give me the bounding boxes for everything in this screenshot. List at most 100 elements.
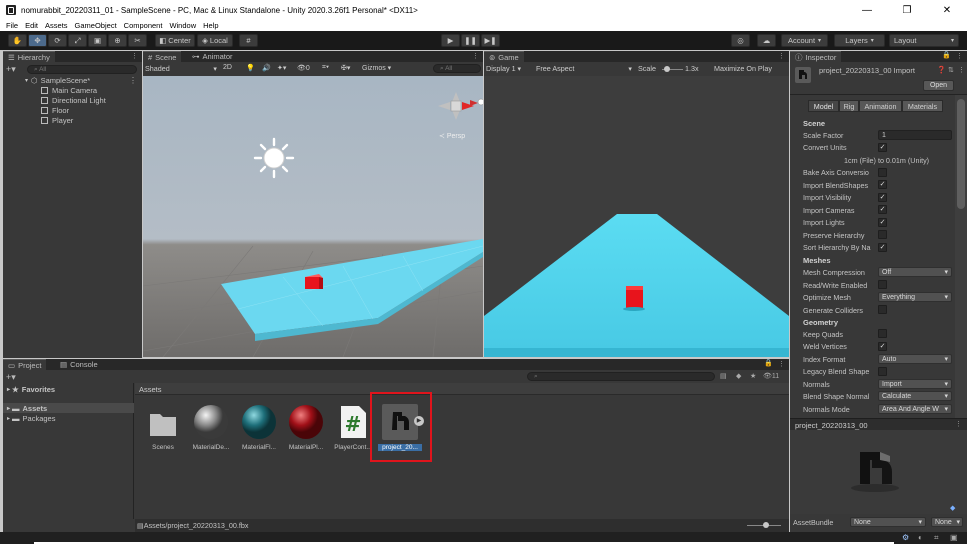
generate-colliders-checkbox[interactable] [878, 305, 887, 314]
asset-item-selected[interactable]: ▶ project_20... [378, 404, 424, 451]
asset-item[interactable]: MaterialDe... [189, 404, 233, 451]
close-button[interactable]: ✕ [927, 5, 967, 16]
scene-view-gizmo[interactable] [438, 92, 483, 120]
custom-tool-icon[interactable]: ✂ [128, 34, 147, 47]
tab-rig[interactable]: Rig [839, 100, 859, 112]
favorites-item[interactable]: ▸ ★ Favorites [7, 385, 55, 394]
sort-hierarchy-checkbox[interactable]: ✓ [878, 243, 887, 252]
keep-quads-checkbox[interactable] [878, 329, 887, 338]
sidebar-item-packages[interactable]: ▸ ▬ Packages [7, 414, 55, 423]
panel-menu-icon[interactable]: ⋮ [131, 52, 138, 60]
list-item[interactable]: Floor [41, 106, 69, 115]
bake-axis-checkbox[interactable] [878, 168, 887, 177]
menu-assets[interactable]: Assets [45, 21, 68, 30]
project-search-input[interactable]: ⌕ [527, 372, 715, 381]
tag-icon[interactable]: ◆ [950, 504, 955, 512]
shading-dropdown[interactable]: Shaded ▾ [145, 64, 217, 74]
menu-gameobject[interactable]: GameObject [75, 21, 117, 30]
model-preview[interactable]: ◆ [790, 430, 967, 514]
create-asset-dropdown[interactable]: +▾ [6, 372, 16, 383]
list-item[interactable]: Player [41, 116, 73, 125]
notification-icon[interactable]: ▣ [950, 533, 958, 542]
sidebar-item-assets[interactable]: ▸ ▬ Assets [7, 404, 47, 413]
normals-dropdown[interactable]: Import [878, 379, 952, 389]
scene-root-item[interactable]: ▾ ⬡ SampleScene* [25, 76, 90, 85]
preserve-hierarchy-checkbox[interactable] [878, 230, 887, 239]
layers-dropdown[interactable]: Layers ▾ [834, 34, 885, 47]
normals-mode-dropdown[interactable]: Area And Angle W [878, 404, 952, 414]
open-button[interactable]: Open [923, 80, 954, 91]
panel-menu-icon[interactable]: ⋮ [778, 360, 785, 368]
menu-window[interactable]: Window [169, 21, 196, 30]
menu-component[interactable]: Component [124, 21, 163, 30]
menu-edit[interactable]: Edit [25, 21, 38, 30]
lighting-toggle-icon[interactable]: 💡 [246, 64, 255, 72]
legacy-blend-checkbox[interactable] [878, 367, 887, 376]
index-format-dropdown[interactable]: Auto [878, 354, 952, 364]
filter-type-icon[interactable]: ▤ [720, 372, 727, 380]
create-dropdown[interactable]: +▾ [6, 64, 16, 75]
readwrite-checkbox[interactable] [878, 280, 887, 289]
panel-menu-icon[interactable]: ⋮ [956, 52, 963, 60]
tab-project[interactable]: ▭ Project [3, 359, 47, 370]
tab-animator[interactable]: ⊶ Animator [187, 51, 238, 62]
scale-slider-thumb[interactable] [664, 66, 670, 72]
tab-hierarchy[interactable]: ☰ Hierarchy [3, 51, 55, 62]
tab-model[interactable]: Model [808, 100, 839, 112]
mesh-compression-dropdown[interactable]: Off [878, 267, 952, 277]
rect-tool-icon[interactable]: ▣ [88, 34, 107, 47]
assetbundle-variant-dropdown[interactable]: None ▾ [931, 517, 963, 527]
cache-icon[interactable]: ⌗ [934, 533, 939, 543]
list-item[interactable]: Directional Light [41, 96, 106, 105]
scene-menu-icon[interactable]: ⋮ [129, 76, 137, 85]
gizmos-dropdown[interactable]: Gizmos ▾ [362, 64, 391, 72]
asset-item[interactable]: # PlayerCont... [331, 404, 375, 451]
scene-viewport[interactable]: ≺ Persp [143, 76, 483, 357]
tab-game[interactable]: ⊚ Game [484, 51, 524, 62]
pause-button[interactable]: ❚❚ [461, 34, 480, 47]
filter-label-icon[interactable]: ◆ [736, 372, 741, 380]
hierarchy-search-input[interactable]: ⌕ All [27, 65, 137, 74]
graphics-icon[interactable]: ◐ [918, 533, 923, 542]
pivot-local-button[interactable]: ◈ Local [197, 34, 233, 47]
hand-tool-icon[interactable]: ✋ [8, 34, 27, 47]
play-button[interactable]: ▶ [441, 34, 460, 47]
list-item[interactable]: Main Camera [41, 86, 97, 95]
assetbundle-dropdown[interactable]: None ▾ [850, 517, 926, 527]
game-viewport[interactable] [484, 76, 789, 357]
lock-icon[interactable]: 🔒 [764, 359, 773, 367]
tab-console[interactable]: ▤ Console [55, 359, 103, 370]
blend-normals-dropdown[interactable]: Calculate [878, 391, 952, 401]
tab-materials[interactable]: Materials [902, 100, 943, 112]
panel-menu-icon[interactable]: ⋮ [778, 52, 785, 60]
panel-menu-icon[interactable]: ⋮ [955, 420, 962, 428]
grid-snap-icon[interactable]: # [239, 34, 258, 47]
tab-scene[interactable]: # Scene [143, 51, 182, 62]
effects-dropdown[interactable]: ✦▾ [277, 64, 286, 72]
scale-tool-icon[interactable]: ⤢ [68, 34, 87, 47]
aspect-dropdown[interactable]: Free Aspect ▾ [536, 64, 632, 73]
optimize-mesh-dropdown[interactable]: Everything [878, 292, 952, 302]
move-tool-icon[interactable]: ✥ [28, 34, 47, 47]
menu-help[interactable]: Help [203, 21, 218, 30]
collab-icon[interactable]: ◎ [731, 34, 750, 47]
maximize-button[interactable]: ❐ [887, 5, 927, 16]
rotate-tool-icon[interactable]: ⟳ [48, 34, 67, 47]
hidden-objects-icon[interactable]: 👁0 [297, 64, 310, 72]
account-dropdown[interactable]: Account ▾ [781, 34, 828, 47]
transform-tool-icon[interactable]: ⊕ [108, 34, 127, 47]
tab-animation[interactable]: Animation [859, 100, 902, 112]
import-blendshapes-checkbox[interactable]: ✓ [878, 180, 887, 189]
scene-search-input[interactable]: ⌕ All [433, 64, 481, 73]
scene-camera-icon[interactable]: ⌗▾ [322, 64, 329, 72]
layout-dropdown[interactable]: Layout ▾ [889, 34, 959, 47]
asset-item[interactable]: MaterialFl... [237, 404, 281, 451]
asset-item[interactable]: Scenes [141, 404, 185, 451]
import-cameras-checkbox[interactable]: ✓ [878, 205, 887, 214]
icon-size-slider-thumb[interactable] [763, 522, 769, 528]
asset-item[interactable]: MaterialPl... [284, 404, 328, 451]
persp-label[interactable]: ≺ Persp [439, 132, 465, 140]
tools-icon[interactable]: ✠▾ [341, 64, 350, 72]
cloud-icon[interactable]: ☁ [757, 34, 776, 47]
lock-icon[interactable]: 🔒 [942, 51, 951, 59]
